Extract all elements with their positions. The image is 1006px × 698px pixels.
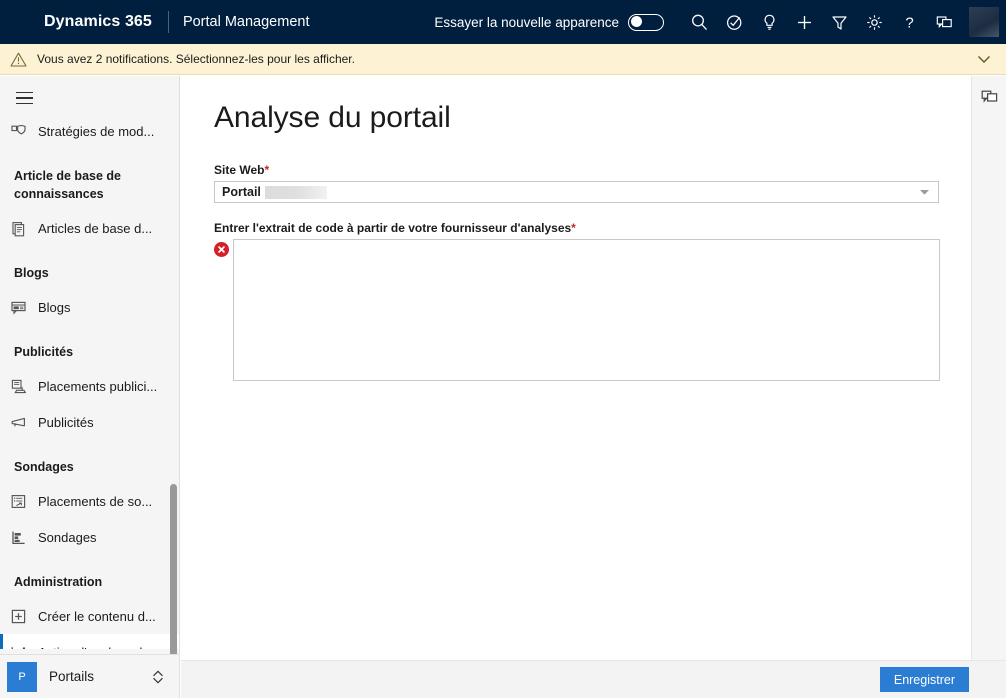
error-circle-icon [214, 242, 229, 257]
site-web-selected-value: Portail [222, 185, 261, 199]
chevron-up-down-icon[interactable] [151, 669, 165, 685]
poll-placement-icon [10, 493, 36, 510]
analytics-chart-icon [10, 644, 36, 649]
redacted-value-block [264, 185, 327, 199]
feedback-panel-icon[interactable] [972, 76, 1006, 118]
svg-text:?: ? [905, 14, 913, 31]
sidebar-item-strategies[interactable]: Stratégies de mod... [0, 113, 179, 149]
required-marker: * [571, 221, 576, 235]
app-name-label[interactable]: Portal Management [183, 14, 310, 30]
site-web-label: Site Web* [214, 163, 971, 177]
sidebar-item-label: Placements de so... [38, 493, 153, 509]
sidebar-item-enable-analytics[interactable]: Activer l'analyse d... [0, 634, 179, 650]
plus-icon[interactable] [787, 0, 822, 44]
site-web-label-text: Site Web [214, 163, 265, 177]
toggle-knob [631, 16, 642, 27]
notification-message: Vous avez 2 notifications. Sélectionnez-… [37, 52, 355, 66]
sidebar-item-label: Articles de base d... [38, 220, 153, 236]
notification-bar[interactable]: Vous avez 2 notifications. Sélectionnez-… [0, 44, 1006, 75]
right-side-rail [971, 76, 1006, 698]
sidebar-scrollbar-thumb[interactable] [170, 484, 177, 660]
sidebar-navigation: Stratégies de mod... Article de base de … [0, 76, 180, 698]
sidebar-item-label: Activer l'analyse d... [38, 645, 153, 650]
required-marker: * [264, 163, 270, 177]
poll-icon [10, 529, 36, 546]
sidebar-item-polls[interactable]: Sondages [0, 519, 179, 555]
sidebar-group-title: Blogs [14, 266, 49, 280]
avatar-image [969, 7, 999, 37]
gear-icon[interactable] [857, 0, 892, 44]
sidebar-item-label: Sondages [38, 529, 97, 545]
sidebar-item-label: Blogs [38, 299, 71, 315]
hamburger-line [15, 91, 33, 94]
documents-icon [10, 220, 36, 237]
sidebar-group-title: Publicités [14, 345, 74, 359]
top-navigation-bar: Dynamics 365 Portal Management Essayer l… [0, 0, 1006, 44]
sidebar-item-label: Publicités [38, 414, 94, 430]
add-content-icon [10, 608, 36, 625]
assistant-icon[interactable] [717, 0, 752, 44]
app-tile-letter: P [7, 661, 37, 692]
hamburger-line [15, 102, 33, 105]
new-look-label: Essayer la nouvelle apparence [434, 14, 619, 30]
page-title: Analyse du portail [214, 101, 451, 134]
chevron-down-icon[interactable] [919, 183, 930, 201]
sidebar-item-label: Créer le contenu d... [38, 608, 156, 624]
user-avatar[interactable] [962, 0, 1006, 44]
save-button[interactable]: Enregistrer [879, 667, 969, 692]
megaphone-icon [10, 414, 36, 431]
sidebar-item-create-content[interactable]: Créer le contenu d... [0, 598, 179, 634]
lightbulb-icon[interactable] [752, 0, 787, 44]
sidebar-item-blogs[interactable]: Blogs [0, 289, 179, 325]
sidebar-group-title: Article de base de connaissances [14, 169, 121, 201]
help-icon[interactable]: ? [892, 0, 927, 44]
ad-placement-icon [10, 378, 36, 395]
hamburger-icon[interactable] [0, 83, 48, 113]
feedback-icon[interactable] [927, 0, 962, 44]
sidebar-scroll-region: Stratégies de mod... Article de base de … [0, 113, 179, 650]
command-bar: Enregistrer [181, 660, 1006, 698]
search-icon[interactable] [682, 0, 717, 44]
warning-triangle-icon [10, 51, 27, 68]
sidebar-item-label: Stratégies de mod... [38, 123, 155, 139]
sidebar-group-title: Sondages [14, 460, 74, 474]
moderation-shield-icon [10, 123, 36, 140]
sidebar-item-ad-placements[interactable]: Placements publici... [0, 368, 179, 404]
chevron-down-icon[interactable] [976, 53, 992, 65]
sidebar-group-title: Administration [14, 575, 103, 589]
new-look-toggle[interactable] [628, 13, 664, 31]
sidebar-item-poll-placements[interactable]: Placements de so... [0, 483, 179, 519]
site-web-select[interactable]: Portail [214, 181, 939, 203]
brand-title[interactable]: Dynamics 365 [44, 13, 152, 31]
snippet-field-row [214, 239, 971, 381]
analytics-form: Site Web* Portail Entrer l'extrait de co… [214, 163, 971, 381]
main-content: Analyse du portail Site Web* Portail Ent… [181, 76, 971, 698]
snippet-label: Entrer l'extrait de code à partir de vot… [214, 221, 971, 235]
sidebar-item-ads[interactable]: Publicités [0, 404, 179, 440]
snippet-label-text: Entrer l'extrait de code à partir de vot… [214, 221, 572, 235]
top-bar-actions: Essayer la nouvelle apparence ? [434, 0, 1006, 44]
filter-icon[interactable] [822, 0, 857, 44]
sidebar-item-knowledge-articles[interactable]: Articles de base d... [0, 210, 179, 246]
snippet-textarea[interactable] [233, 239, 940, 381]
sidebar-item-label: Placements publici... [38, 378, 158, 394]
blog-icon [10, 299, 36, 316]
app-switcher-label: Portails [49, 669, 95, 684]
sidebar-app-switcher[interactable]: P Portails [0, 654, 179, 698]
hamburger-line [15, 97, 33, 99]
brand-divider [167, 11, 169, 33]
